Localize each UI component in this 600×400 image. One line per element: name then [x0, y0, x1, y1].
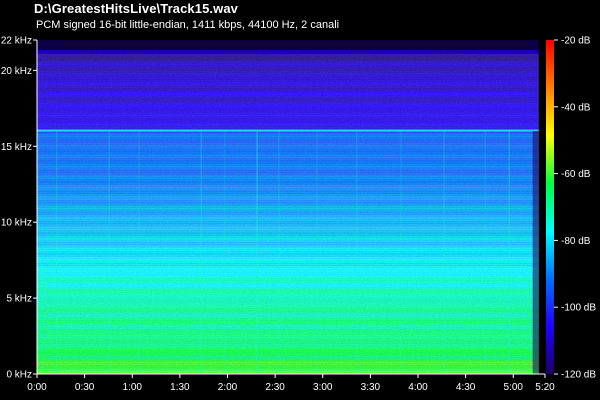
colorbar-tick-label: -100 dB: [561, 303, 596, 314]
spectrogram-row: [37, 50, 539, 52]
x-axis-tick-label: 1:00: [123, 382, 143, 393]
y-axis-tick-label: 15 kHz: [1, 142, 32, 153]
x-axis-tick-label: 0:30: [75, 382, 95, 393]
spectrogram-noise-texture: [37, 54, 539, 374]
x-axis-tick-label: 3:30: [361, 382, 381, 393]
spectrogram-row: [37, 53, 539, 55]
x-axis-tick-label: 0:00: [27, 382, 47, 393]
y-axis-tick-label: 0 kHz: [6, 370, 32, 381]
x-axis-tick-label: 1:30: [170, 382, 190, 393]
x-axis-tick-label: 5:00: [504, 382, 524, 393]
x-axis-tick-label: 3:00: [313, 382, 333, 393]
spectrogram-chart: 0 kHz 5 kHz 10 kHz 15 kHz 20 kHz 22 kHz 0:00 0:…: [1, 36, 596, 394]
colorbar-tick-label: -80 dB: [561, 236, 591, 247]
colorbar-tick-label: -60 dB: [561, 169, 591, 180]
x-axis-tick-label: 4:30: [456, 382, 476, 393]
x-axis-tick-label: 2:30: [265, 382, 285, 393]
spectrogram-fadeout-tail: [532, 131, 539, 374]
spectrogram-top-fade: [37, 40, 539, 50]
x-axis-tick-label: 4:00: [408, 382, 428, 393]
colorbar-tick-label: -40 dB: [561, 102, 591, 113]
y-axis-tick-label: 10 kHz: [1, 218, 32, 229]
x-axis-tick-label: 2:00: [218, 382, 238, 393]
spectrogram-plot-area: [37, 40, 545, 375]
y-axis-tick-label: 20 kHz: [1, 66, 32, 77]
colorbar: -20 dB -40 dB -60 dB -80 dB -100 dB -120 dB: [546, 36, 596, 381]
colorbar-tick-label: -120 dB: [561, 370, 596, 381]
y-axis-tick-label: 22 kHz: [1, 36, 32, 47]
spectrogram-row: [37, 52, 539, 54]
x-axis-tick-label: 5:20: [535, 382, 555, 393]
spectrogram-row: [37, 51, 539, 53]
colorbar-tick-label: -20 dB: [561, 36, 591, 47]
y-axis-tick-label: 5 kHz: [6, 294, 32, 305]
colorbar-scale: [546, 40, 554, 374]
